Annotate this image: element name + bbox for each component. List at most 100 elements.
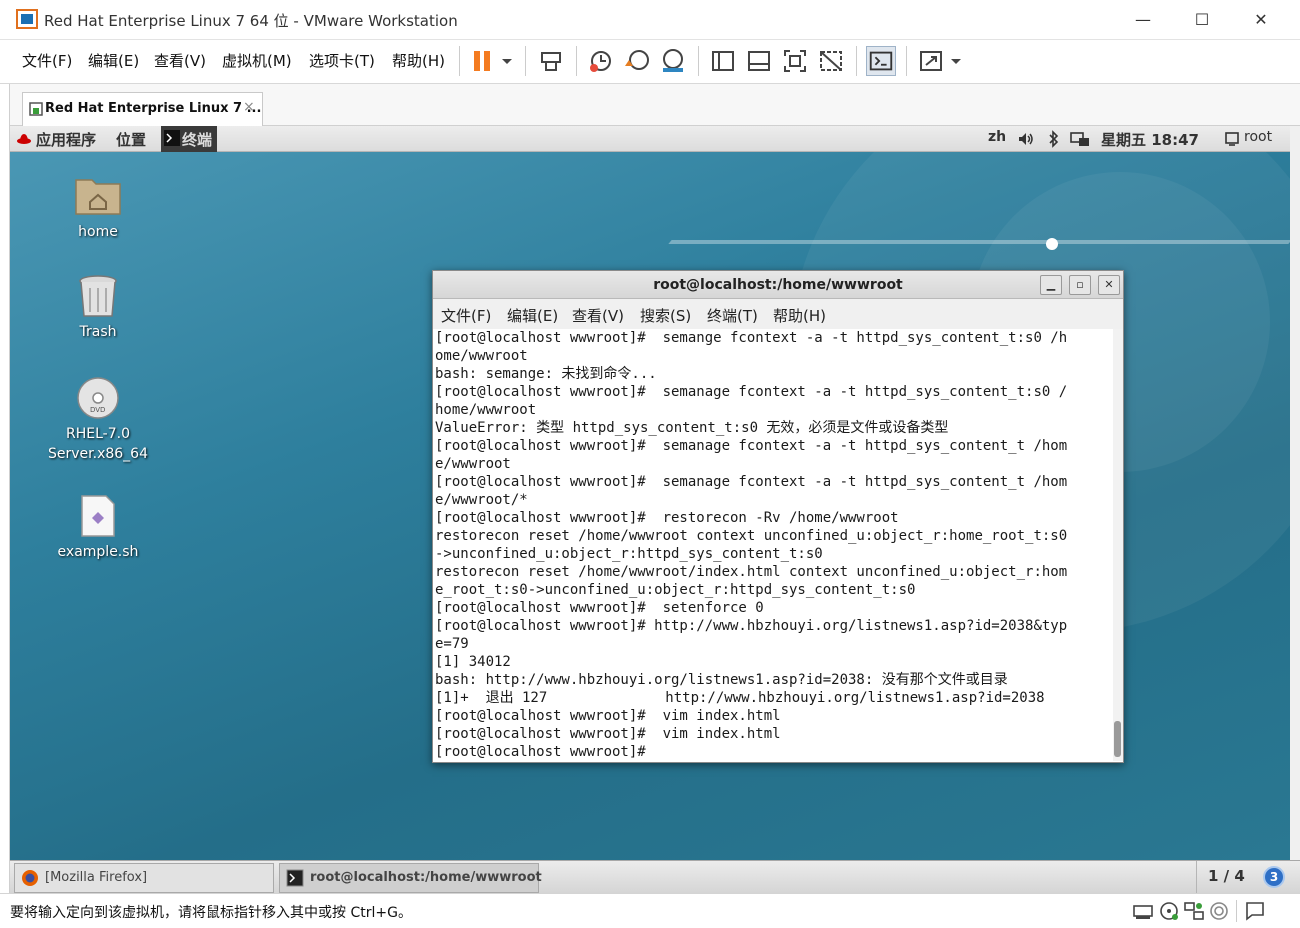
unity-icon[interactable] (816, 46, 846, 76)
terminal-line: ValueError: 类型 httpd_sys_content_t:s0 无效… (435, 420, 949, 436)
desktop-icon-label: home (78, 224, 118, 240)
workspace-indicator: 1 / 4 (1208, 867, 1245, 885)
toolbar-separator (459, 46, 460, 76)
terminal-line: bash: http://www.hbzhouyi.org/listnews1.… (435, 672, 1008, 688)
network-adapter-icon[interactable] (1183, 900, 1205, 922)
send-ctrl-alt-del-icon[interactable] (536, 46, 566, 76)
input-language[interactable]: zh (988, 129, 1006, 145)
background-window-edge (0, 84, 10, 900)
terminal-icon (164, 130, 180, 146)
terminal-menu-help[interactable]: 帮助(H) (773, 305, 826, 326)
folder-home-icon (75, 179, 121, 215)
menu-edit[interactable]: 编辑(E) (88, 50, 139, 71)
snapshot-manager-icon[interactable] (658, 46, 688, 76)
gnome-top-bar: 应用程序 位置 终端 zh 星期五 18:47 root (10, 126, 1290, 152)
terminal-window[interactable]: root@localhost:/home/wwwroot ▁ ▫ ✕ 文件(F)… (432, 270, 1124, 763)
notification-badge[interactable]: 3 (1263, 866, 1285, 888)
menu-help[interactable]: 帮助(H) (392, 50, 445, 71)
full-screen-icon[interactable] (780, 46, 810, 76)
show-library-icon[interactable] (708, 46, 738, 76)
desktop-icon-home[interactable]: home (28, 174, 168, 244)
network-wired-icon[interactable] (1070, 130, 1090, 148)
terminal-line: e_root_t:s0->unconfined_u:object_r:httpd… (435, 582, 916, 598)
vm-tab-label: Red Hat Enterprise Linux 7 ... (45, 101, 262, 116)
terminal-line: bash: semange: 未找到命令... (435, 366, 657, 382)
console-view-icon[interactable] (866, 46, 896, 76)
terminal-line: home/wwwroot (435, 402, 537, 418)
wallpaper-decoration (668, 240, 1290, 244)
guest-display[interactable]: 应用程序 位置 终端 zh 星期五 18:47 root home Trash … (10, 126, 1290, 860)
vmware-menu-toolbar: 文件(F) 编辑(E) 查看(V) 虚拟机(M) 选项卡(T) 帮助(H) (0, 40, 1300, 84)
taskbar-item-label: [Mozilla Firefox] (45, 870, 148, 885)
message-log-icon[interactable] (1244, 900, 1266, 922)
terminal-line: [root@localhost wwwroot]# semanage fcont… (435, 438, 1068, 454)
terminal-app-menu[interactable]: 终端 (161, 126, 217, 152)
bluetooth-icon[interactable] (1046, 130, 1062, 148)
terminal-line: [root@localhost wwwroot]# semanage fcont… (435, 474, 1068, 490)
chevron-down-icon[interactable] (495, 46, 519, 76)
menu-view[interactable]: 查看(V) (154, 50, 206, 71)
terminal-line: [root@localhost wwwroot]# vim index.html (435, 726, 781, 742)
desktop-icon-label: example.sh (57, 544, 139, 560)
menu-tabs[interactable]: 选项卡(T) (309, 50, 375, 71)
maximize-button[interactable]: ☐ (1190, 8, 1214, 32)
sound-card-icon[interactable] (1208, 900, 1230, 922)
terminal-menu-view[interactable]: 查看(V) (572, 305, 624, 326)
svg-text:DVD: DVD (90, 406, 105, 414)
terminal-menubar: 文件(F) 编辑(E) 查看(V) 搜索(S) 终端(T) 帮助(H) (433, 299, 1123, 329)
taskbar-item-firefox[interactable]: [Mozilla Firefox] (14, 863, 274, 893)
terminal-menu-terminal[interactable]: 终端(T) (707, 305, 758, 326)
chevron-down-icon[interactable] (944, 46, 968, 76)
terminal-close-button[interactable]: ✕ (1098, 275, 1120, 295)
terminal-title-bar[interactable]: root@localhost:/home/wwwroot ▁ ▫ ✕ (433, 271, 1123, 299)
wallpaper-decoration (1046, 238, 1058, 250)
terminal-maximize-button[interactable]: ▫ (1069, 275, 1091, 295)
terminal-line: [1]+ 退出 127 http://www.hbzhouyi.org/list… (435, 690, 1045, 706)
vm-tab[interactable]: Red Hat Enterprise Linux 7 ... × (22, 92, 263, 126)
desktop-icon-example-sh[interactable]: example.sh (28, 494, 168, 564)
snapshot-icon[interactable] (586, 46, 616, 76)
vmware-status-bar: 要将输入定向到该虚拟机，请将鼠标指针移入其中或按 Ctrl+G。 (0, 893, 1300, 928)
terminal-icon (286, 869, 304, 887)
volume-icon[interactable] (1017, 131, 1035, 147)
vm-tab-close-button[interactable]: × (243, 99, 255, 115)
terminal-line: [root@localhost wwwroot]# semange fconte… (435, 330, 1068, 346)
terminal-scrollbar[interactable] (1113, 329, 1123, 761)
terminal-menu-search[interactable]: 搜索(S) (640, 305, 691, 326)
applications-menu[interactable]: 应用程序 (36, 129, 96, 150)
desktop-icon-dvd[interactable]: DVD RHEL-7.0 Server.x86_64 (28, 376, 168, 468)
guest-taskbar: [Mozilla Firefox] root@localhost:/home/w… (10, 860, 1300, 894)
places-menu[interactable]: 位置 (116, 129, 146, 150)
workspace-switcher[interactable]: 1 / 4 (1196, 861, 1268, 894)
power-user-icon[interactable] (1224, 131, 1240, 147)
terminal-menu-file[interactable]: 文件(F) (441, 305, 491, 326)
terminal-line: restorecon reset /home/wwwroot/index.htm… (435, 564, 1068, 580)
trash-icon (79, 275, 117, 317)
terminal-line: [root@localhost wwwroot]# semanage fcont… (435, 384, 1068, 400)
desktop-icon-label: Trash (79, 324, 117, 340)
clock[interactable]: 星期五 18:47 (1101, 129, 1199, 150)
scrollbar-thumb[interactable] (1114, 721, 1121, 757)
terminal-line: ome/wwwroot (435, 348, 528, 364)
pause-icon[interactable] (468, 46, 498, 76)
desktop-icon-trash[interactable]: Trash (28, 274, 168, 344)
terminal-line: e/wwwroot/* (435, 492, 528, 508)
toolbar-separator (698, 46, 699, 76)
dvd-icon: DVD (77, 377, 119, 419)
taskbar-item-terminal[interactable]: root@localhost:/home/wwwroot (279, 863, 542, 893)
hard-disk-icon[interactable] (1132, 900, 1154, 922)
desktop[interactable]: home Trash DVD RHEL-7.0 Server.x86_64 ex… (10, 152, 1290, 860)
terminal-prompt-line: [root@localhost wwwroot]# (435, 744, 655, 760)
terminal-output[interactable]: [root@localhost wwwroot]# semange fconte… (435, 329, 1111, 761)
menu-vm[interactable]: 虚拟机(M) (222, 50, 292, 71)
revert-snapshot-icon[interactable] (622, 46, 652, 76)
minimize-button[interactable]: — (1131, 8, 1155, 32)
user-menu[interactable]: root (1244, 129, 1272, 145)
close-window-button[interactable]: ✕ (1249, 8, 1273, 32)
terminal-minimize-button[interactable]: ▁ (1040, 275, 1062, 295)
cd-dvd-icon[interactable] (1158, 900, 1180, 922)
thumbnail-bar-icon[interactable] (744, 46, 774, 76)
stretch-guest-icon[interactable] (916, 46, 946, 76)
terminal-menu-edit[interactable]: 编辑(E) (507, 305, 558, 326)
menu-file[interactable]: 文件(F) (22, 50, 72, 71)
